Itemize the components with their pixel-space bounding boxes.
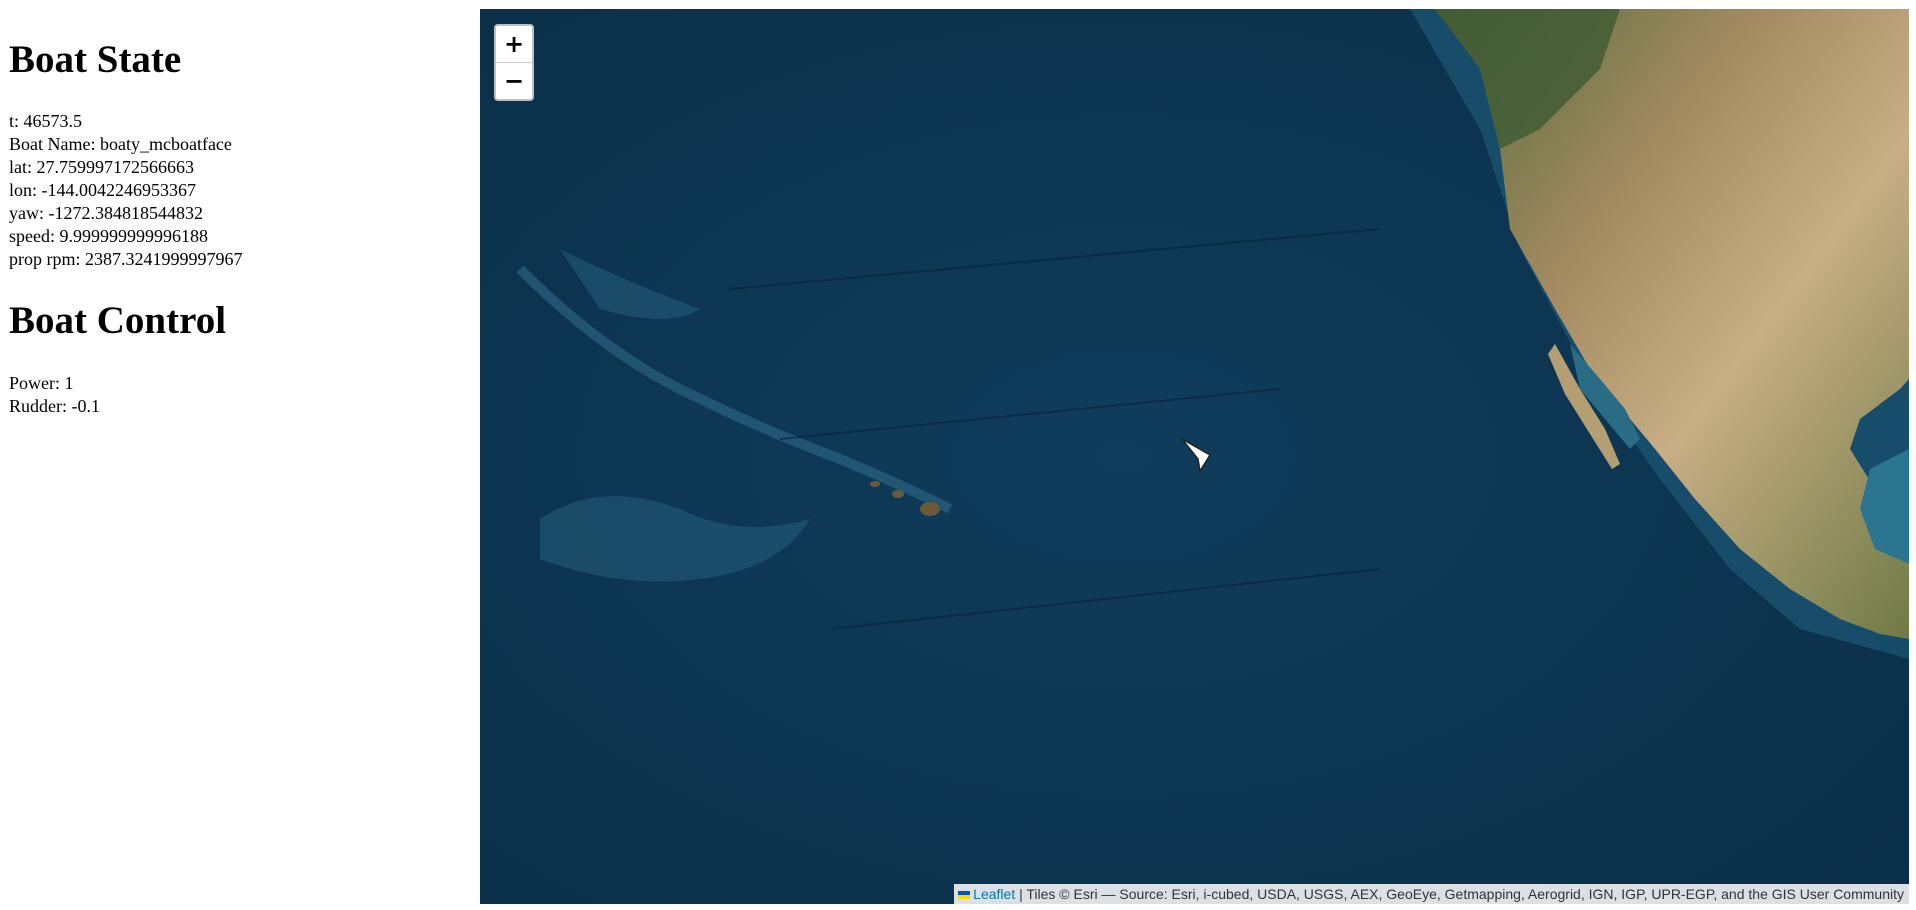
sidebar: Boat State t: 46573.5 Boat Name: boaty_m… (0, 0, 470, 910)
ukraine-flag-icon (958, 891, 971, 900)
zoom-control: + − (494, 24, 534, 101)
leaflet-link[interactable]: Leaflet (973, 886, 1015, 902)
attribution-text: | Tiles © Esri — Source: Esri, i-cubed, … (1015, 886, 1904, 902)
map-view[interactable]: + − Leaflet | Tiles © Esri — Source: Esr… (480, 9, 1909, 904)
time-value: t: 46573.5 (9, 111, 83, 131)
boat-arrow-icon[interactable] (1180, 437, 1212, 473)
power-value: Power: 1 (9, 373, 74, 393)
boat-marker-shape (1181, 438, 1211, 472)
boat-control-heading: Boat Control (9, 299, 227, 342)
boat-control-panel: Power: 1 Rudder: -0.1 (9, 372, 100, 418)
map-attribution: Leaflet | Tiles © Esri — Source: Esri, i… (954, 884, 1909, 904)
boat-name-value: Boat Name: boaty_mcboatface (9, 134, 232, 154)
longitude-value: lon: -144.0042246953367 (9, 180, 196, 200)
rudder-value: Rudder: -0.1 (9, 396, 100, 416)
prop-rpm-value: prop rpm: 2387.3241999997967 (9, 249, 243, 269)
yaw-value: yaw: -1272.384818544832 (9, 203, 203, 223)
zoom-out-button[interactable]: − (496, 62, 532, 99)
speed-value: speed: 9.999999999996188 (9, 226, 208, 246)
zoom-in-button[interactable]: + (496, 26, 532, 62)
latitude-value: lat: 27.759997172566663 (9, 157, 194, 177)
boat-state-heading: Boat State (9, 38, 182, 81)
boat-state-panel: t: 46573.5 Boat Name: boaty_mcboatface l… (9, 110, 243, 271)
